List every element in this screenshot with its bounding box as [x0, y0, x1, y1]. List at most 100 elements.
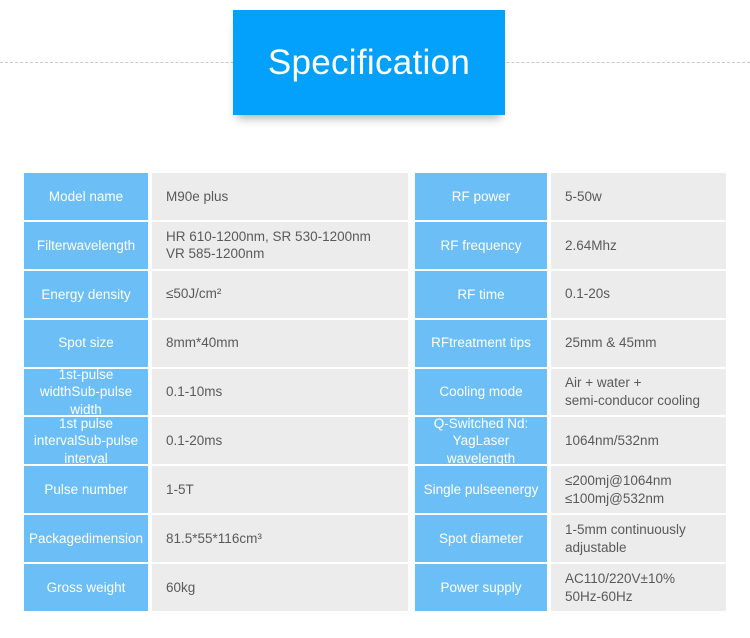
spec-value-text: 0.1-20ms — [166, 432, 222, 450]
spec-label-text: Energy density — [41, 286, 131, 302]
cell-text-line: 1-5T — [166, 482, 194, 498]
spec-value-cell: 5-50w — [551, 173, 726, 220]
spec-value-text: 60kg — [166, 579, 195, 597]
spec-value-text: 1-5mm continuously adjustable — [565, 521, 686, 556]
spec-label-text: Packagedimension — [29, 530, 143, 547]
spec-value-text: 0.1-10ms — [166, 383, 222, 401]
cell-text-line: 1-5mm continuously — [565, 522, 686, 538]
table-row: Filterwavelength HR 610-1200nm, SR 530-12… — [24, 221, 726, 269]
cell-text-line: 8mm*40mm — [166, 335, 239, 351]
spec-label-text: Q-Switched Nd: YagLaser wavelength — [419, 415, 543, 467]
spec-label-text: 1st-pulse widthSub-pulse width — [28, 366, 144, 418]
spec-pair-right: RF power 5-50w — [415, 173, 726, 220]
cell-text-line: 0.1-20s — [565, 286, 611, 302]
spec-label-text: Filterwavelength — [37, 237, 135, 254]
spec-label-cell: Single pulseenergy — [415, 466, 547, 514]
spec-pair-right: Single pulseenergy ≤200mj@1064nm ≤100mj@53… — [415, 466, 726, 514]
spec-pair-left: Spot size 8mm*40mm — [24, 319, 408, 367]
spec-pair-right: Spot diameter 1-5mm continuously adjustabl… — [415, 515, 726, 563]
cell-text-line: ≤50J/cm² — [166, 286, 222, 302]
spec-label-cell: Filterwavelength — [24, 221, 148, 269]
spec-value-cell: 1-5mm continuously adjustable — [551, 515, 726, 563]
spec-value-cell: 8mm*40mm — [152, 319, 408, 367]
spec-pair-right: RF time 0.1-20s — [415, 270, 726, 318]
spec-pair-left: Energy density ≤50J/cm² — [24, 270, 408, 318]
spec-value-text: 0.1-20s — [565, 285, 610, 303]
spec-label-text: RFtreatment tips — [431, 334, 531, 351]
spec-pair-left: Pulse number 1-5T — [24, 466, 408, 514]
table-row: Energy density ≤50J/cm² RF time 0.1-20s — [24, 270, 726, 318]
cell-text-line: 0.1-20ms — [166, 433, 223, 449]
table-row: Model name M90e plus RF power 5-50w — [24, 173, 726, 220]
spec-value-cell: 25mm & 45mm — [551, 319, 726, 367]
cell-text-line: ≤100mj@532nm — [565, 490, 665, 506]
cell-text-line: Filter — [36, 237, 67, 253]
cell-text-line: ≤200mj@1064nm — [565, 473, 672, 489]
cell-text-line: RF — [431, 335, 450, 351]
spec-pair-right: RF frequency 2.64Mhz — [415, 221, 726, 269]
spec-value-text: ≤200mj@1064nm ≤100mj@532nm — [565, 472, 672, 507]
spec-label-text: Power supply — [440, 579, 522, 595]
spec-label-cell: Packagedimension — [24, 515, 148, 563]
spec-label-cell: Spot diameter — [415, 515, 547, 563]
spec-label-text: Model name — [48, 188, 124, 204]
spec-label-text: RF frequency — [440, 237, 522, 253]
spec-value-text: 81.5*55*116cm³ — [166, 530, 262, 548]
spec-pair-left: Packagedimension 81.5*55*116cm³ — [24, 515, 408, 563]
spec-pair-left: 1st pulse intervalSub-pulse interval 0.1-… — [24, 415, 408, 467]
spec-label-cell: Energy density — [24, 270, 148, 318]
spec-value-cell: ≤50J/cm² — [152, 270, 408, 318]
spec-label-cell: Spot size — [24, 319, 148, 367]
spec-label-text: 1st pulse intervalSub-pulse interval — [28, 415, 144, 467]
spec-pair-right: Q-Switched Nd: YagLaser wavelength 1064nm… — [415, 415, 726, 467]
spec-label-cell: Pulse number — [24, 466, 148, 514]
cell-text-line: 0.1-10ms — [166, 384, 223, 400]
cell-text-line: Package — [28, 531, 82, 547]
spec-value-cell: ≤200mj@1064nm ≤100mj@532nm — [551, 466, 726, 514]
spec-label-text: Gross weight — [46, 579, 126, 595]
cell-text-line: Air + water + — [565, 375, 642, 391]
spec-value-text: M90e plus — [166, 188, 228, 206]
spec-pair-right: Power supply AC110/220V±10% 50Hz-60Hz — [415, 564, 726, 612]
table-row: Gross weight 60kg Power supply AC110/220V±1… — [24, 564, 726, 612]
spec-label-text: RF time — [457, 286, 505, 302]
spec-label-cell: RF power — [415, 173, 547, 220]
spec-label-cell: Q-Switched Nd: YagLaser wavelength — [415, 415, 547, 467]
spec-label-cell: 1st pulse intervalSub-pulse interval — [24, 415, 148, 467]
cell-text-line: M90e plus — [166, 188, 229, 204]
cell-text-line: 1064nm/532nm — [565, 433, 659, 449]
spec-value-text: 1-5T — [166, 481, 194, 499]
spec-label-cell: Model name — [24, 173, 148, 220]
spec-pair-right: Cooling mode Air + water + semi-conducor c… — [415, 368, 726, 416]
cell-text-line: energy — [497, 482, 539, 498]
title-banner: Specification — [233, 10, 505, 115]
spec-pair-left: Filterwavelength HR 610-1200nm, SR 530-12… — [24, 221, 408, 269]
cell-text-line: HR 610-1200nm, SR 530-1200nm — [166, 228, 371, 244]
spec-value-cell: M90e plus — [152, 173, 408, 220]
spec-label-cell: Power supply — [415, 564, 547, 612]
spec-value-cell: HR 610-1200nm, SR 530-1200nm VR 585-1200n… — [152, 221, 408, 269]
spec-value-cell: 1064nm/532nm — [551, 417, 726, 465]
cell-text-line: 60kg — [166, 579, 196, 595]
spec-pair-left: Gross weight 60kg — [24, 564, 408, 612]
cell-text-line: treatment tips — [449, 335, 531, 351]
spec-value-cell: 0.1-20s — [551, 270, 726, 318]
cell-text-line: 25mm & 45mm — [565, 335, 657, 351]
cell-text-line: semi-conducor cooling — [565, 393, 701, 408]
cell-text-line: AC110/220V±10% — [565, 571, 675, 587]
spec-value-cell: 0.1-20ms — [152, 417, 408, 465]
spec-value-cell: Air + water + semi-conducor cooling — [551, 368, 726, 416]
spec-value-cell: 2.64Mhz — [551, 221, 726, 269]
spec-value-text: AC110/220V±10% 50Hz-60Hz — [565, 570, 675, 605]
spec-value-text: 1064nm/532nm — [565, 432, 659, 450]
cell-text-line: wavelength — [66, 237, 136, 253]
cell-text-line: dimension — [81, 531, 144, 547]
spec-value-text: 25mm & 45mm — [565, 334, 657, 352]
spec-label-cell: RF frequency — [415, 221, 547, 269]
table-row: Packagedimension 81.5*55*116cm³ Spot diame… — [24, 515, 726, 563]
cell-text-line: VR 585-1200nm — [166, 246, 265, 262]
spec-value-text: 2.64Mhz — [565, 237, 617, 255]
spec-label-text: RF power — [451, 188, 511, 204]
spec-value-text: HR 610-1200nm, SR 530-1200nm VR 585-1200n… — [166, 228, 371, 263]
spec-value-cell: 60kg — [152, 564, 408, 612]
